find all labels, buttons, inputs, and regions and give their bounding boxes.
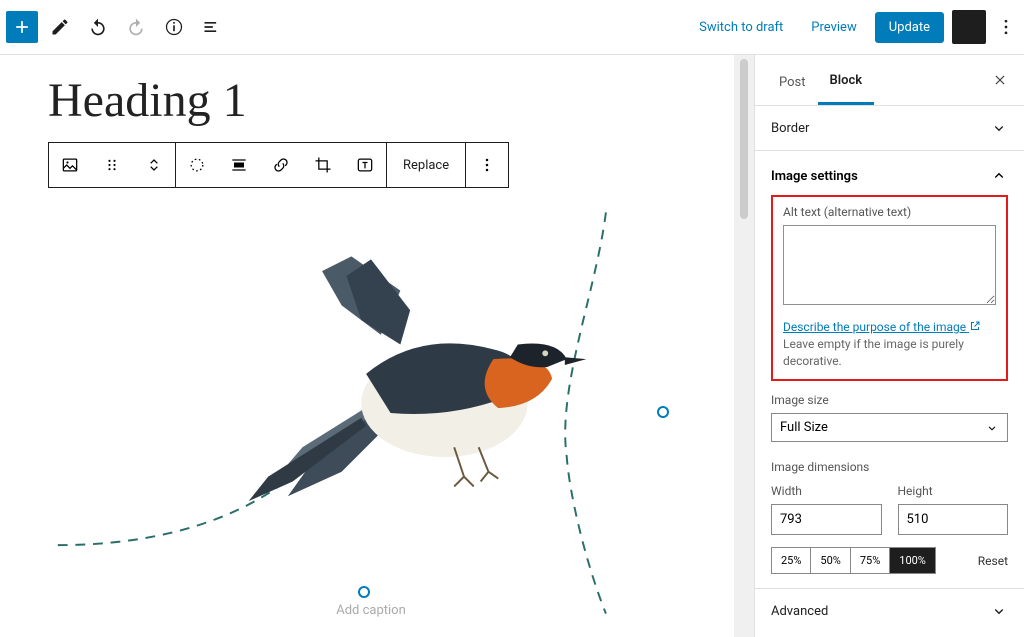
editor-canvas-wrapper: Heading 1 Replace: [0, 55, 754, 637]
info-button[interactable]: [158, 11, 190, 43]
preview-button[interactable]: Preview: [801, 14, 866, 41]
duotone-button[interactable]: [176, 143, 218, 187]
settings-toggle[interactable]: [952, 10, 986, 44]
list-icon: [202, 17, 222, 37]
panel-advanced[interactable]: Advanced: [755, 589, 1024, 633]
image-content: [48, 198, 694, 628]
drag-icon: [102, 155, 122, 175]
main-area: Heading 1 Replace: [0, 55, 1024, 637]
text-over-image-button[interactable]: [344, 143, 386, 187]
chevron-up-icon: [990, 167, 1008, 185]
image-block[interactable]: Add caption: [48, 188, 694, 618]
more-menu-button[interactable]: [994, 11, 1018, 43]
scale-75[interactable]: 75%: [850, 548, 889, 573]
scale-100[interactable]: 100%: [889, 548, 935, 573]
height-label: Height: [898, 484, 1009, 498]
undo-button[interactable]: [82, 11, 114, 43]
resize-handle-right[interactable]: [657, 406, 669, 418]
editor-canvas[interactable]: Heading 1 Replace: [0, 55, 734, 637]
top-toolbar: Switch to draft Preview Update: [0, 0, 1024, 55]
panel-advanced-label: Advanced: [771, 604, 828, 619]
height-input[interactable]: [898, 504, 1009, 535]
alt-text-input[interactable]: [783, 225, 996, 305]
move-button[interactable]: [133, 143, 175, 187]
chevron-down-icon: [990, 119, 1008, 137]
text-overlay-icon: [355, 155, 375, 175]
reset-dimensions-button[interactable]: Reset: [978, 554, 1008, 568]
align-button[interactable]: [218, 143, 260, 187]
dimensions-label: Image dimensions: [771, 460, 1008, 474]
panel-image-settings-label: Image settings: [771, 169, 858, 184]
scale-25[interactable]: 25%: [772, 548, 810, 573]
undo-icon: [88, 17, 108, 37]
image-size-select[interactable]: Full Size: [771, 413, 1008, 442]
redo-button[interactable]: [120, 11, 152, 43]
scale-row: 25% 50% 75% 100% Reset: [771, 547, 1008, 574]
scale-group: 25% 50% 75% 100%: [771, 547, 936, 574]
close-icon: [993, 73, 1007, 87]
close-sidebar-button[interactable]: [986, 73, 1014, 91]
info-icon: [164, 17, 184, 37]
chevrons-vertical-icon: [144, 155, 164, 175]
panel-border[interactable]: Border: [755, 106, 1024, 151]
image-size-label: Image size: [771, 393, 1008, 407]
pencil-icon: [50, 17, 70, 37]
width-label: Width: [771, 484, 882, 498]
redo-icon: [126, 17, 146, 37]
block-more-button[interactable]: [466, 143, 508, 187]
tab-post[interactable]: Post: [767, 61, 818, 104]
image-icon: [60, 155, 80, 175]
image-size-selected: Full Size: [780, 420, 828, 435]
crop-icon: [313, 155, 333, 175]
chevron-down-icon: [985, 421, 999, 435]
outline-button[interactable]: [196, 11, 228, 43]
block-toolbar: Replace: [48, 142, 509, 188]
resize-handle-bottom[interactable]: [358, 586, 370, 598]
scrollbar[interactable]: [740, 59, 748, 219]
circle-dashed-icon: [187, 155, 207, 175]
alt-text-section: Alt text (alternative text) Describe the…: [771, 195, 1008, 381]
panel-image-settings: Image settings Alt text (alternative tex…: [755, 151, 1024, 589]
more-vertical-icon: [996, 17, 1016, 37]
describe-purpose-link[interactable]: Describe the purpose of the image: [783, 320, 981, 334]
align-icon: [229, 155, 249, 175]
scale-50[interactable]: 50%: [810, 548, 849, 573]
replace-button[interactable]: Replace: [387, 143, 465, 187]
dimensions-row: Width Height: [771, 484, 1008, 535]
alt-help-text: Describe the purpose of the image Leave …: [783, 319, 996, 369]
plus-icon: [12, 17, 32, 37]
caption-input[interactable]: Add caption: [336, 603, 406, 618]
gear-icon: [959, 17, 979, 37]
chevron-down-icon: [990, 602, 1008, 620]
update-button[interactable]: Update: [875, 12, 944, 43]
sidebar-tabs: Post Block: [755, 55, 1024, 106]
crop-button[interactable]: [302, 143, 344, 187]
link-button[interactable]: [260, 143, 302, 187]
width-input[interactable]: [771, 504, 882, 535]
block-type-button[interactable]: [49, 143, 91, 187]
alt-text-label: Alt text (alternative text): [783, 205, 996, 219]
external-link-icon: [969, 320, 981, 332]
panel-border-label: Border: [771, 121, 809, 136]
link-icon: [271, 155, 291, 175]
top-toolbar-left: [6, 11, 228, 43]
add-block-button[interactable]: [6, 11, 38, 43]
edit-button[interactable]: [44, 11, 76, 43]
switch-to-draft-button[interactable]: Switch to draft: [689, 14, 793, 41]
page-title[interactable]: Heading 1: [48, 73, 694, 128]
drag-handle-button[interactable]: [91, 143, 133, 187]
tab-block[interactable]: Block: [818, 59, 875, 105]
more-vertical-icon: [477, 155, 497, 175]
settings-sidebar: Post Block Border Image settings Alt tex…: [754, 55, 1024, 637]
panel-image-settings-toggle[interactable]: Image settings: [771, 159, 1008, 195]
top-toolbar-right: Switch to draft Preview Update: [689, 10, 1018, 44]
